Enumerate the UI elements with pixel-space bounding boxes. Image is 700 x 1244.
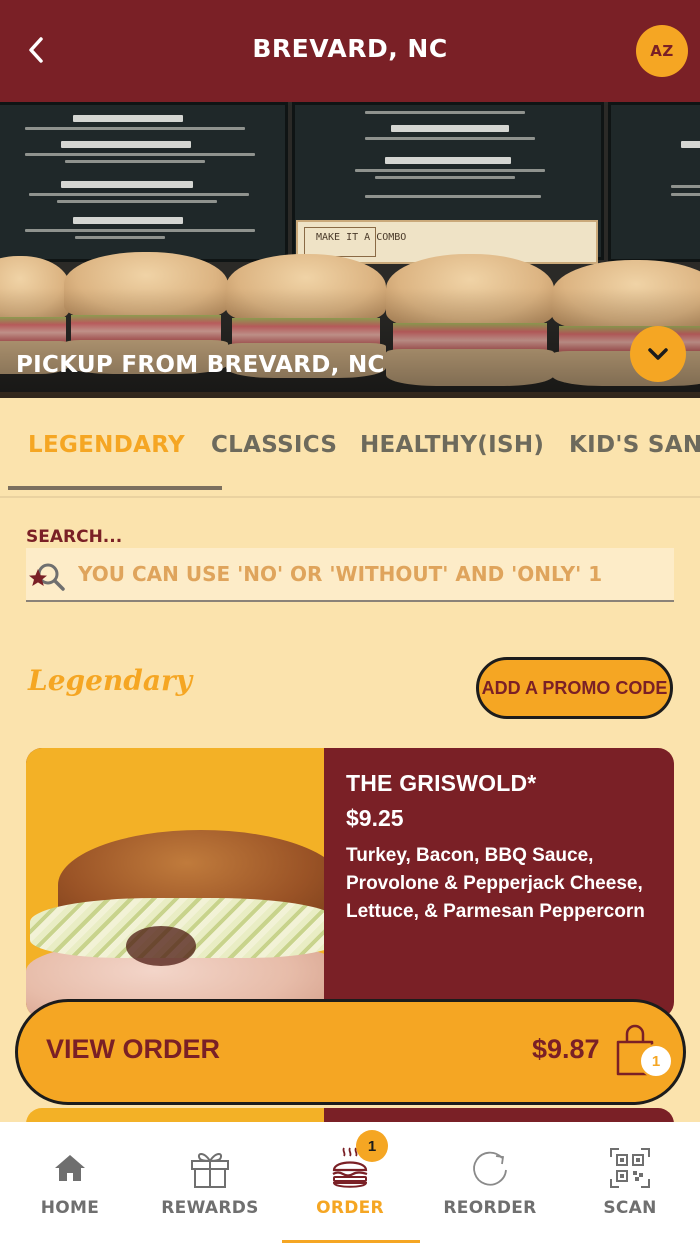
product-image [26,748,324,1018]
refresh-icon [473,1151,507,1186]
nav-reorder[interactable]: REORDER [420,1122,560,1244]
order-badge: 1 [356,1130,388,1162]
qr-code-icon [610,1148,650,1188]
gift-icon [191,1153,229,1188]
search-icon [29,563,65,591]
product-description: Turkey, Bacon, BBQ Sauce, Provolone & Pe… [346,845,645,922]
product-name: THE GRISWOLD* [346,770,537,796]
section-title: Legendary [28,664,192,697]
view-order-label: VIEW ORDER [46,1034,221,1064]
bottom-navigation: HOME REWARDS ORDER REORDER SCAN [0,1122,700,1244]
pickup-location-label: PICKUP FROM BREVARD, NC [16,352,385,378]
nav-reorder-label: REORDER [443,1198,537,1218]
tab-legendary[interactable]: LEGENDARY [28,432,185,458]
tab-kids-sandwiches[interactable]: KID'S SANDWICHES [569,432,700,458]
active-nav-indicator [282,1240,420,1243]
user-avatar[interactable]: AZ [636,25,688,77]
order-total: $9.87 [532,1034,600,1064]
search-input[interactable] [78,556,668,592]
nav-scan[interactable]: SCAN [560,1122,700,1244]
product-card[interactable]: THE GRISWOLD* $9.25 Turkey, Bacon, BBQ S… [26,748,674,1018]
nav-scan-label: SCAN [603,1198,657,1218]
nav-home[interactable]: HOME [0,1122,140,1244]
nav-home-label: HOME [40,1198,100,1218]
tab-classics[interactable]: CLASSICS [211,432,337,458]
nav-rewards[interactable]: REWARDS [140,1122,280,1244]
nav-order-label: ORDER [316,1198,384,1218]
add-promo-code-button[interactable]: ADD A PROMO CODE [476,657,673,719]
tab-healthyish[interactable]: HEALTHY(ISH) [360,432,544,458]
category-tabs: LEGENDARY CLASSICS HEALTHY(ISH) KID'S SA… [0,398,700,502]
active-tab-indicator [8,486,222,490]
view-order-button[interactable]: VIEW ORDER $9.87 1 [15,999,686,1105]
search-field [26,548,674,602]
home-icon [55,1155,85,1181]
location-title: BREVARD, NC [252,34,448,63]
chevron-down-icon [648,348,668,360]
nav-rewards-label: REWARDS [161,1198,259,1218]
search-label: SEARCH... [26,527,123,547]
menu-board-image [0,102,288,262]
cart-count-badge: 1 [639,1044,673,1078]
product-price: $9.25 [346,805,404,831]
menu-board-image [608,102,700,262]
hero-banner: MAKE IT A COMBO PICKUP FROM BREVARD, NC [0,102,700,398]
nav-order[interactable]: ORDER [280,1122,420,1244]
top-app-bar: BREVARD, NC AZ [0,0,700,102]
location-dropdown-button[interactable] [630,326,686,382]
